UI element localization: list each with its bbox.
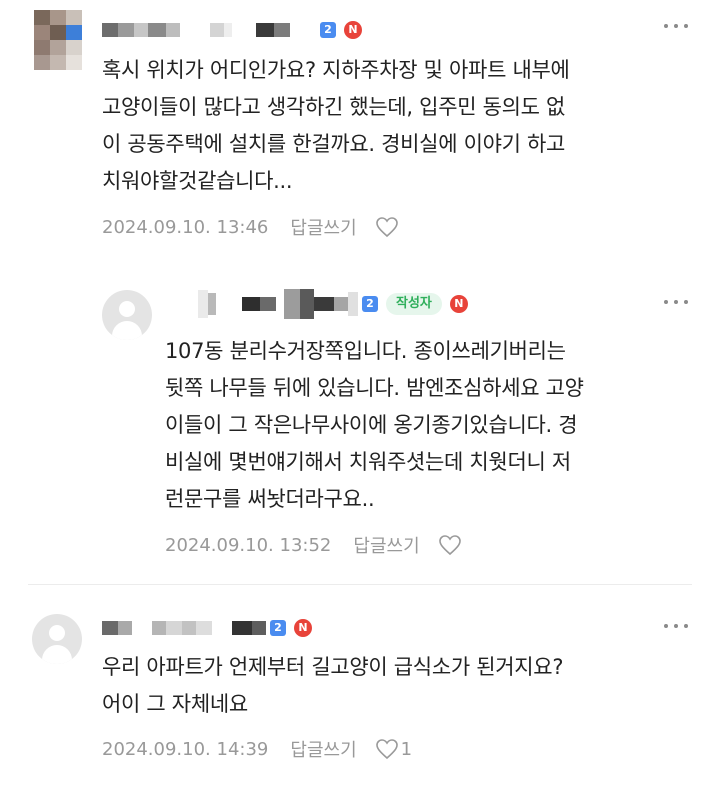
level-badge: 2: [270, 620, 286, 636]
comment-meta: 2024.09.10. 14:39 답글쓰기 1: [102, 736, 412, 762]
comment-text: 혹시 위치가 어디인가요? 지하주차장 및 아파트 내부에 고양이들이 많다고 …: [102, 58, 570, 193]
level-badge: 2: [362, 296, 378, 312]
more-options-icon[interactable]: [664, 21, 688, 31]
default-avatar-icon[interactable]: [32, 614, 82, 664]
divider: [28, 584, 692, 585]
more-options-icon[interactable]: [664, 621, 688, 631]
comment-text: 107동 분리수거장쪽입니다. 종이쓰레기버리는 뒷쪽 나무들 뒤에 있습니다.…: [165, 339, 584, 511]
comment-meta: 2024.09.10. 13:46 답글쓰기: [102, 214, 401, 240]
author-row: 2 작성자 N: [168, 289, 468, 319]
reply-button[interactable]: 답글쓰기: [290, 736, 356, 762]
author-row: 2 N: [102, 616, 312, 640]
author-badge: 작성자: [386, 293, 442, 315]
heart-outline-icon: [375, 739, 398, 760]
like-button[interactable]: [375, 216, 401, 238]
level-badge: 2: [320, 22, 336, 38]
new-badge: N: [344, 21, 362, 39]
new-badge: N: [449, 295, 468, 313]
reply-button[interactable]: 답글쓰기: [290, 214, 356, 240]
heart-outline-icon: [375, 217, 398, 238]
like-count: 1: [400, 738, 413, 760]
like-button[interactable]: 1: [375, 738, 412, 760]
new-badge: N: [294, 619, 312, 637]
heart-outline-icon: [438, 535, 461, 556]
default-avatar-icon[interactable]: [102, 290, 152, 340]
nickname-redacted[interactable]: [102, 23, 118, 37]
comment-text: 우리 아파트가 언제부터 길고양이 급식소가 된거지요? 어이 그 자체네요: [102, 655, 564, 716]
timestamp: 2024.09.10. 13:52: [165, 534, 332, 556]
reply-button[interactable]: 답글쓰기: [353, 532, 419, 558]
avatar[interactable]: [34, 10, 82, 70]
timestamp: 2024.09.10. 13:46: [102, 216, 269, 238]
author-row: 2 N: [102, 18, 362, 42]
comment-meta: 2024.09.10. 13:52 답글쓰기: [165, 532, 464, 558]
like-button[interactable]: [438, 534, 464, 556]
more-options-icon[interactable]: [664, 297, 688, 307]
nickname-redacted[interactable]: [102, 621, 118, 635]
timestamp: 2024.09.10. 14:39: [102, 738, 269, 760]
nickname-redacted[interactable]: [198, 290, 208, 318]
